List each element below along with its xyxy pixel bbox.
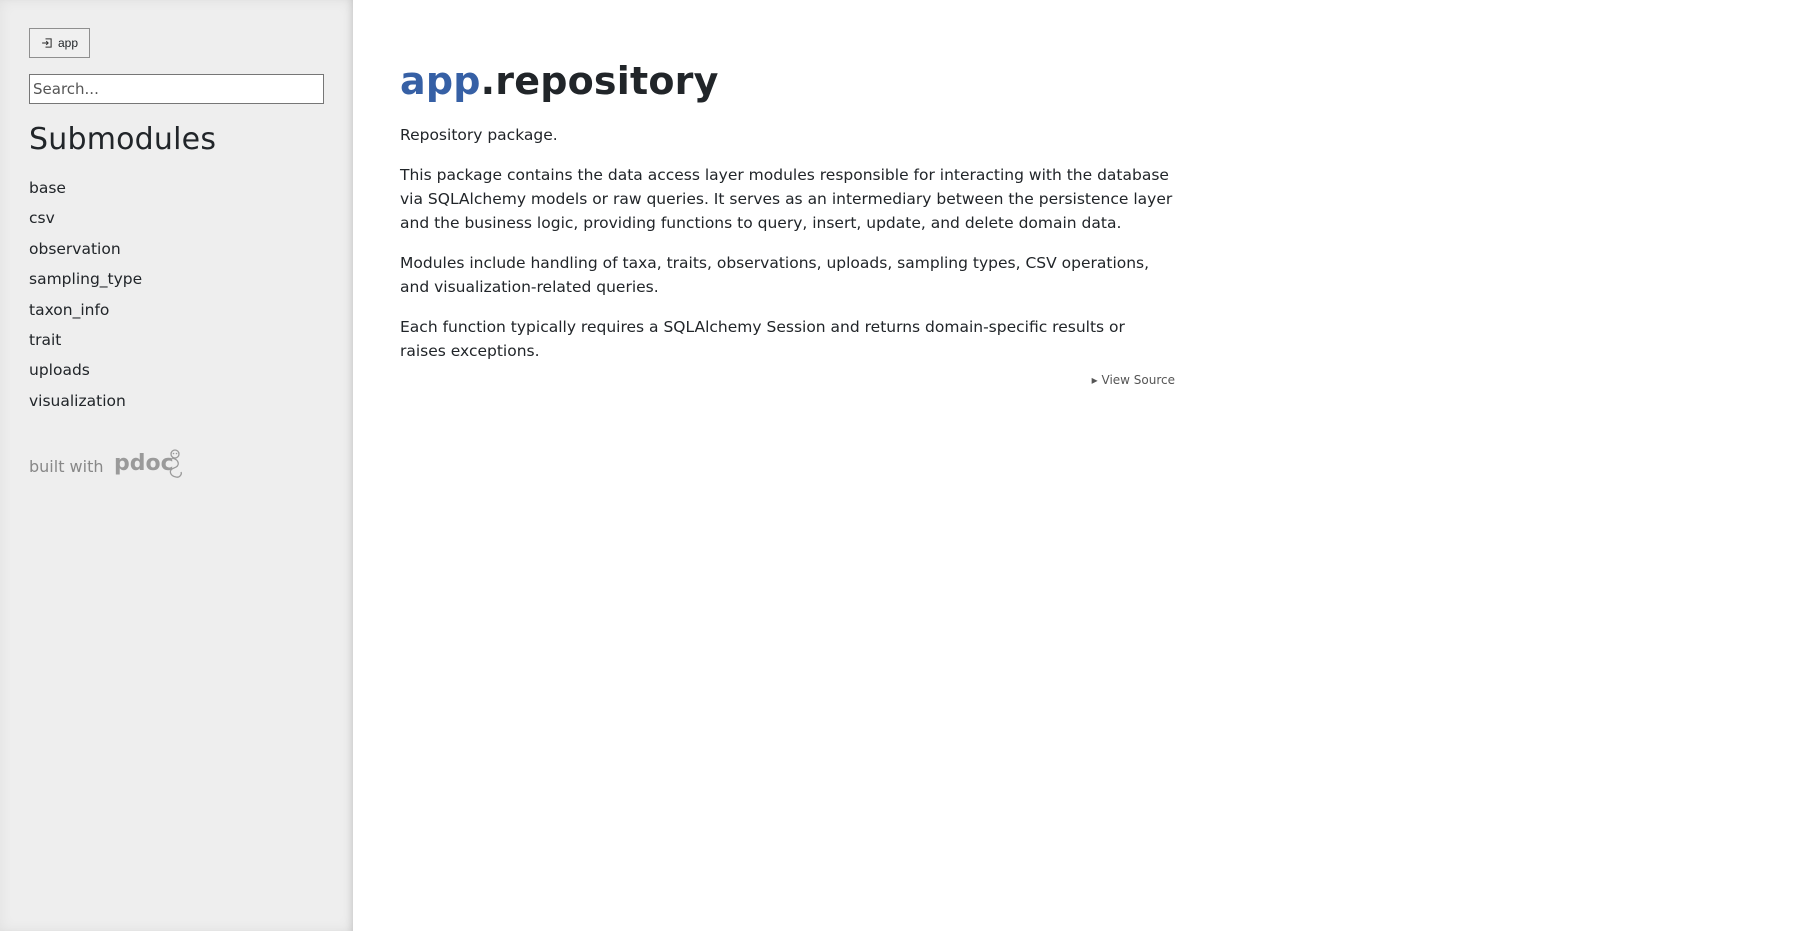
title-module-name: .repository xyxy=(480,59,719,103)
attribution: built with pdoc xyxy=(29,446,325,486)
list-item: sampling_type xyxy=(29,264,325,294)
list-item: csv xyxy=(29,203,325,233)
submodule-link-uploads[interactable]: uploads xyxy=(29,361,90,379)
main-content: app.repository Repository package. This … xyxy=(400,0,1175,387)
home-button-label: app xyxy=(58,36,79,50)
svg-text:pdoc: pdoc xyxy=(114,451,174,476)
title-package-link[interactable]: app xyxy=(400,59,481,103)
view-source-toggle[interactable]: ▸ View Source xyxy=(400,373,1175,387)
docstring-paragraph: Repository package. xyxy=(400,126,558,144)
back-to-parent-module-button[interactable]: app xyxy=(29,28,91,58)
docstring-paragraph: This package contains the data access la… xyxy=(400,166,1173,232)
submodule-link-base[interactable]: base xyxy=(29,179,66,197)
submodules-heading: Submodules xyxy=(29,122,217,157)
submodule-link-observation[interactable]: observation xyxy=(29,240,121,258)
submodule-link-sampling-type[interactable]: sampling_type xyxy=(29,270,142,288)
search-input[interactable] xyxy=(29,74,324,104)
attribution-text: built with xyxy=(29,456,104,476)
list-item: taxon_info xyxy=(29,295,325,325)
sidebar: app Submodules base csv observation samp… xyxy=(0,0,353,931)
list-item: visualization xyxy=(29,386,325,416)
pdoc-logo[interactable]: pdoc xyxy=(114,446,184,486)
submodule-link-trait[interactable]: trait xyxy=(29,331,61,349)
list-item: trait xyxy=(29,325,325,355)
docstring-paragraph: Each function typically requires a SQLAl… xyxy=(400,318,1125,360)
page-title: app.repository xyxy=(400,59,1175,103)
submodule-link-visualization[interactable]: visualization xyxy=(29,392,126,410)
module-docstring: Repository package. This package contain… xyxy=(400,123,1175,363)
submodule-link-csv[interactable]: csv xyxy=(29,209,55,227)
list-item: observation xyxy=(29,234,325,264)
list-item: uploads xyxy=(29,355,325,385)
box-arrow-in-left-icon xyxy=(41,37,53,49)
submodule-link-taxon-info[interactable]: taxon_info xyxy=(29,301,109,319)
docstring-paragraph: Modules include handling of taxa, traits… xyxy=(400,254,1150,296)
submodules-list: base csv observation sampling_type taxon… xyxy=(29,173,325,416)
list-item: base xyxy=(29,173,325,203)
